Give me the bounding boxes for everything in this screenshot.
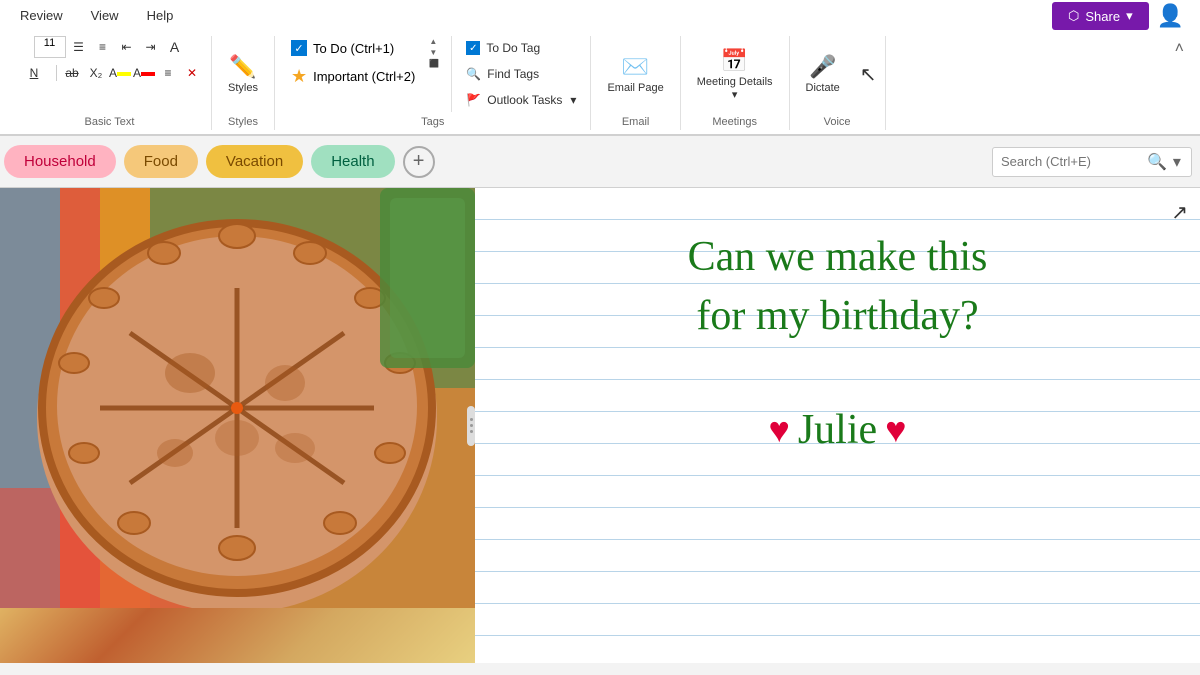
group-styles: ✏️ Styles Styles <box>212 36 275 130</box>
note-signature: ♥ Julie ♥ <box>505 406 1170 454</box>
meetings-label: Meetings <box>712 112 757 130</box>
strikethrough-btn[interactable]: ab <box>61 62 83 84</box>
note-line1: Can we make this for my birthday? <box>505 228 1170 346</box>
tab-view[interactable]: View <box>79 4 131 29</box>
styles-icon: ✏️ <box>229 54 256 80</box>
ribbon: Review View Help ⬡ Share ▾ 👤 11 ☰ ≡ ⇤ ⇥ … <box>0 0 1200 136</box>
highlight-color <box>117 72 131 76</box>
indent-increase-btn[interactable]: ⇥ <box>140 36 162 58</box>
star-icon: ★ <box>291 66 307 87</box>
account-icon[interactable]: 👤 <box>1157 3 1184 29</box>
indent-decrease-btn[interactable]: ⇤ <box>116 36 138 58</box>
heart-right-icon: ♥ <box>885 409 906 451</box>
group-voice: 🎤 Dictate ↖ Voice <box>790 36 886 130</box>
tab-review[interactable]: Review <box>8 4 75 29</box>
basic-text-label: Basic Text <box>85 112 135 130</box>
find-tags-icon: 🔍 <box>466 67 481 81</box>
microphone-icon: 🎤 <box>809 54 836 80</box>
highlight-btn[interactable]: A <box>109 62 131 84</box>
styles-label: Styles <box>228 112 258 130</box>
font-color-btn[interactable]: A <box>133 62 155 84</box>
email-icon: ✉️ <box>622 54 649 80</box>
tags-label: Tags <box>421 112 444 130</box>
align-btn[interactable]: ≡ <box>157 62 179 84</box>
todo-tag-btn2[interactable]: ✓ To Do Tag <box>460 36 582 60</box>
tab-food[interactable]: Food <box>124 145 198 178</box>
heart-left-icon: ♥ <box>768 409 789 451</box>
main-content: Can we make this for my birthday? ♥ Juli… <box>0 188 1200 663</box>
tab-household[interactable]: Household <box>4 145 116 178</box>
add-tab-btn[interactable]: + <box>403 146 435 178</box>
left-panel <box>0 188 475 663</box>
style-normal-btn[interactable]: N <box>16 62 52 84</box>
group-meetings: 📅 Meeting Details ▾ Meetings <box>681 36 790 130</box>
outlook-tasks-dropdown[interactable]: ▾ <box>570 93 576 107</box>
search-input[interactable] <box>1001 154 1141 169</box>
important-tag-btn[interactable]: ★ Important (Ctrl+2) <box>283 62 423 91</box>
voice-label: Voice <box>824 112 851 130</box>
pie-image <box>0 188 475 663</box>
dictate-button[interactable]: 🎤 Dictate <box>798 44 848 104</box>
subscript-btn[interactable]: X₂ <box>85 62 107 84</box>
email-label: Email <box>622 112 650 130</box>
group-basic-text: 11 ☰ ≡ ⇤ ⇥ A N ab X₂ A <box>8 36 212 130</box>
font-color <box>141 72 155 76</box>
divider <box>56 65 57 81</box>
outlook-tasks-btn[interactable]: 🚩 Outlook Tasks ▾ <box>460 88 582 112</box>
group-email: ✉️ Email Page Email <box>591 36 680 130</box>
scroll-down-btn[interactable]: ▼ <box>425 47 443 58</box>
ribbon-collapse-btn[interactable]: ˄ <box>1167 36 1192 62</box>
scroll-up-btn[interactable]: ▲ <box>425 36 443 47</box>
share-button[interactable]: ⬡ Share ▾ <box>1052 2 1149 30</box>
search-icon[interactable]: 🔍 <box>1147 152 1167 172</box>
expand-button[interactable]: ↗ <box>1171 200 1188 225</box>
scroll-expand-btn[interactable]: ⬛ <box>425 58 443 69</box>
note-text: Can we make this for my birthday? ♥ Juli… <box>505 228 1170 454</box>
share-dropdown-icon: ▾ <box>1126 8 1133 24</box>
email-page-button[interactable]: ✉️ Email Page <box>599 44 671 104</box>
calendar-icon: 📅 <box>721 48 748 74</box>
group-tags: ✓ To Do (Ctrl+1) ★ Important (Ctrl+2) ▲ … <box>275 36 591 130</box>
outlook-tasks-icon: 🚩 <box>466 93 481 107</box>
share-icon: ⬡ <box>1068 8 1079 24</box>
lined-paper: Can we make this for my birthday? ♥ Juli… <box>475 188 1200 663</box>
clear-format-btn[interactable]: A <box>164 36 186 58</box>
find-tags-btn[interactable]: 🔍 Find Tags <box>460 62 582 86</box>
list-numbers-btn[interactable]: ≡ <box>92 36 114 58</box>
todo-tag-icon: ✓ <box>466 41 480 55</box>
search-box: 🔍 ▾ <box>992 147 1192 177</box>
tab-help[interactable]: Help <box>135 4 186 29</box>
meeting-details-button[interactable]: 📅 Meeting Details ▾ <box>689 44 781 104</box>
tab-vacation[interactable]: Vacation <box>206 145 303 178</box>
clear-btn[interactable]: ✕ <box>181 62 203 84</box>
search-dropdown-icon[interactable]: ▾ <box>1173 152 1181 172</box>
ribbon-tab-bar: Review View Help ⬡ Share ▾ 👤 <box>0 0 1200 32</box>
styles-button[interactable]: ✏️ Styles <box>220 44 266 104</box>
right-panel: Can we make this for my birthday? ♥ Juli… <box>475 188 1200 663</box>
meeting-dropdown[interactable]: ▾ <box>732 88 738 101</box>
tag-scroll-btns: ▲ ▼ ⬛ <box>425 36 443 69</box>
todo-tag-btn[interactable]: ✓ To Do (Ctrl+1) <box>283 36 423 60</box>
cursor-icon: ↖ <box>860 62 877 87</box>
ribbon-content: 11 ☰ ≡ ⇤ ⇥ A N ab X₂ A <box>0 32 1200 135</box>
list-bullets-btn[interactable]: ☰ <box>68 36 90 58</box>
todo-checkbox-icon: ✓ <box>291 40 307 56</box>
tab-health[interactable]: Health <box>311 145 394 178</box>
font-size-input[interactable]: 11 <box>34 36 66 58</box>
notebook-tabs: Household Food Vacation Health + 🔍 ▾ <box>0 136 1200 188</box>
